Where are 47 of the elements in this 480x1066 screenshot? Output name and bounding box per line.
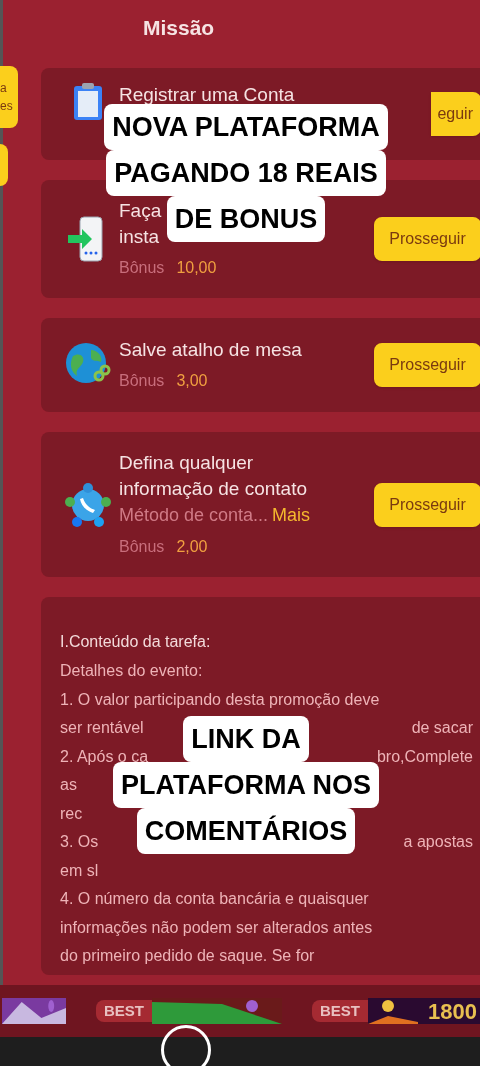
task-title: Defina qualquer [119,451,254,475]
caption-text: NOVA PLATAFORMA [104,104,388,150]
task-title: Registrar uma Conta [119,83,295,107]
caption-text: LINK DA [183,716,309,762]
caption-text: DE BONUS [166,196,326,242]
best-badge: BEST [96,999,152,1023]
prize-amount: 1800 [428,997,477,1026]
task-title: Salve atalho de mesa [119,338,302,362]
proceed-button[interactable]: eguir [431,92,480,136]
proceed-button[interactable]: Prosseguir [374,482,480,527]
proceed-button[interactable]: Prosseguir [374,343,480,387]
details-text: 4. O número da conta bancária e quaisquer [60,889,369,910]
task-note: Método de conta... [119,504,269,527]
details-heading: I.Conteúdo da tarefa: [60,632,212,652]
caption-text: PLATAFORMA NOS [113,762,379,808]
task-title: insta [119,225,160,249]
caption-text: COMENTÁRIOS [136,808,356,854]
task-title: informação de contato [119,477,307,501]
bonus-amount: 2,00 [176,537,208,557]
best-badge: BEST [312,999,369,1023]
side-tab[interactable]: a es [0,66,18,128]
bonus-label: Bônus [119,371,165,391]
clipboard-icon [72,82,104,122]
task-title: Faça [119,199,162,223]
more-link[interactable]: Mais [272,502,311,529]
details-text: as [60,775,77,796]
caption-text: PAGANDO 18 REAIS [106,150,386,196]
details-text: ser rentável [60,718,144,739]
bonus-amount: 3,00 [176,371,208,391]
bonus-label: Bônus [119,258,165,278]
contact-network-icon [63,481,113,528]
details-text: 1. O valor participando desta promoção deve [60,689,380,710]
details-text: Detalhes do evento: [60,661,203,682]
details-text: de sacar [411,718,473,739]
details-text: 3. Os [60,832,99,853]
details-text: informações não podem ser alterados antes [60,917,373,938]
bonus-amount: 10,00 [176,258,217,278]
details-text: a apostas [403,832,473,853]
bonus-label: Bônus [119,537,165,557]
details-text: do primeiro pedido de saque. Se for [60,946,315,967]
details-text: bro,Complete [376,746,473,767]
close-button[interactable] [161,1025,211,1066]
details-text: em sl [60,860,99,881]
details-text: rec [60,803,83,824]
proceed-button[interactable]: Prosseguir [374,217,480,261]
page-title: Missão [143,15,215,42]
side-tab[interactable] [0,144,8,186]
